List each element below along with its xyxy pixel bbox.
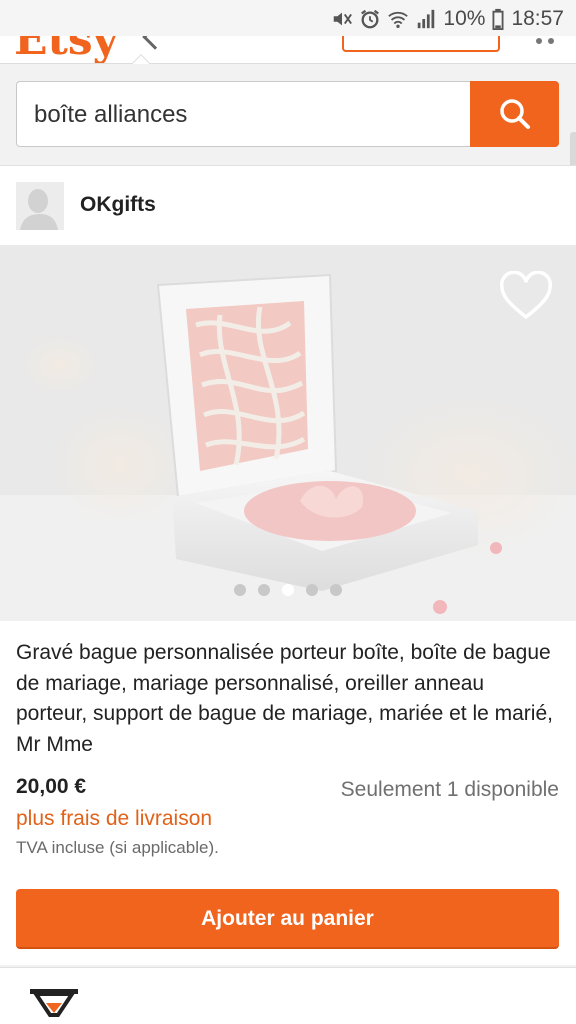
lower-section <box>0 967 576 1024</box>
shop-avatar[interactable] <box>16 182 64 230</box>
vat-note: TVA incluse (si applicable). <box>16 838 219 857</box>
etsy-logo[interactable]: Etsy <box>14 36 118 64</box>
status-bar: 10% 18:57 <box>0 0 576 36</box>
heart-icon[interactable] <box>498 271 554 323</box>
search-button[interactable] <box>470 81 559 147</box>
add-to-cart-button[interactable]: Ajouter au panier <box>16 889 559 949</box>
carousel-dot[interactable] <box>330 584 342 596</box>
carousel-dot-active[interactable] <box>282 584 294 596</box>
carousel-dot[interactable] <box>234 584 246 596</box>
status-icons: 10% 18:57 <box>331 5 564 33</box>
battery-percent: 10% <box>443 7 486 30</box>
listing-title: Gravé bague personnalisée porteur boîte,… <box>16 641 553 756</box>
listing-image[interactable] <box>0 245 576 621</box>
search-bar: boîte alliances <box>0 64 576 164</box>
app-header: Etsy <box>0 36 576 64</box>
hourglass-icon <box>30 989 78 1017</box>
availability-text: Seulement 1 disponible <box>340 778 559 801</box>
overflow-menu-icon[interactable] <box>536 38 554 44</box>
search-icon <box>499 99 530 129</box>
mute-icon <box>334 12 353 26</box>
shop-name[interactable]: OKgifts <box>80 193 156 217</box>
listing-card: OKgifts Gravé bague personnalisée porteu… <box>0 165 576 965</box>
chevron-left-icon[interactable] <box>142 36 168 50</box>
wifi-icon <box>388 11 409 28</box>
shop-row[interactable]: OKgifts <box>0 166 576 245</box>
clock: 18:57 <box>511 7 564 30</box>
product-photo <box>0 245 576 621</box>
alarm-icon <box>361 9 380 29</box>
image-carousel-dots[interactable] <box>0 584 576 596</box>
listing-price: 20,00 € <box>16 775 87 798</box>
shipping-link[interactable]: plus frais de livraison <box>16 807 212 831</box>
carousel-dot[interactable] <box>306 584 318 596</box>
sign-in-button[interactable] <box>342 36 500 52</box>
avatar-placeholder-icon <box>16 182 64 230</box>
battery-icon <box>492 8 504 30</box>
signal-icon <box>418 9 435 29</box>
search-input[interactable]: boîte alliances <box>16 81 472 147</box>
carousel-dot[interactable] <box>258 584 270 596</box>
